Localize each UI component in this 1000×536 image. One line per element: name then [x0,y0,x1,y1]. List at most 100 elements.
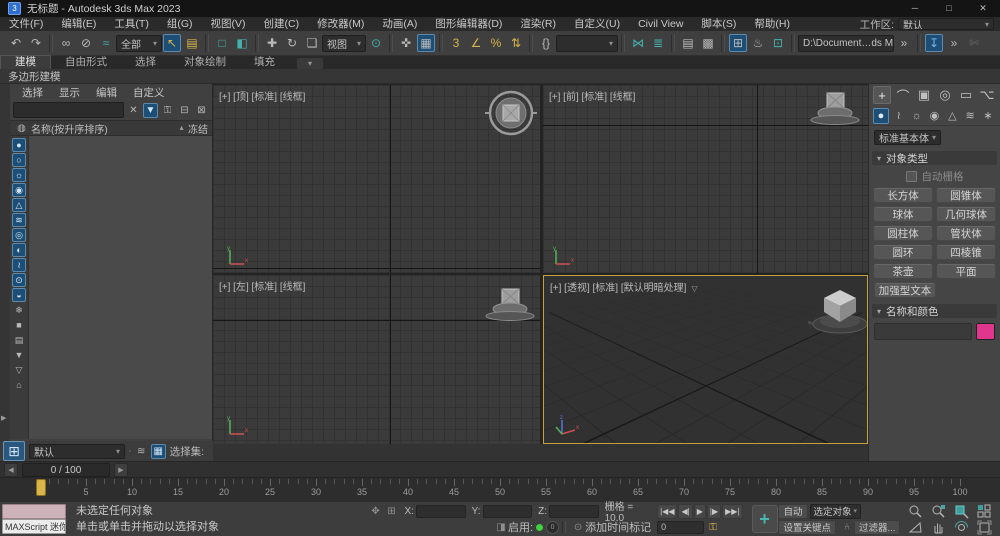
primitive-button-4[interactable]: 圆柱体 [873,225,933,241]
category-cameras-icon[interactable]: ◉ [926,108,942,124]
primitive-button-8[interactable]: 茶壶 [873,263,933,279]
bind-to-space-warp-icon[interactable]: ≈ [97,34,115,52]
category-space-warps-icon[interactable]: ≋ [962,108,978,124]
filter-geometry-icon[interactable]: ● [12,138,26,152]
add-time-tag[interactable]: 添加时间标记 [585,519,651,535]
ribbon-panel-label[interactable]: 多边形建模 [8,69,61,84]
explorer-menu-0[interactable]: 选择 [14,85,51,100]
rendered-frame-window-icon[interactable]: ⊡ [769,34,787,52]
spinner-snap-toggle-icon[interactable]: ⇅ [507,34,525,52]
current-frame-field[interactable]: 0 [657,521,704,534]
clear-search-icon[interactable]: ✕ [126,103,141,118]
category-systems-icon[interactable]: ∗ [980,108,996,124]
filter-bones-icon[interactable]: ≀ [12,258,26,272]
align-icon[interactable]: ≣ [649,34,667,52]
teapot-top-view[interactable] [483,87,539,139]
explorer-search-input[interactable] [13,102,124,118]
primitive-button-9[interactable]: 平面 [936,263,996,279]
lock-icon[interactable]: ⚿ [160,103,175,118]
previous-frame-button[interactable]: ◀| [678,504,692,519]
filter-helpers-icon[interactable]: △ [12,198,26,212]
filter-funnel-outline-icon[interactable]: ▽ [12,363,26,377]
filter-frozen-icon[interactable]: ❄ [12,303,26,317]
panel-tab-display-icon[interactable]: ▭ [957,86,975,104]
per-view-filter-icon[interactable]: ▽ [691,284,697,293]
object-color-swatch[interactable] [976,323,995,340]
viewport-front[interactable]: [+] [前] [标准] [线框] yx [543,85,868,273]
category-helpers-icon[interactable]: △ [944,108,960,124]
workspace-selector[interactable]: 工作区: 默认 ▾ [860,17,994,32]
selected-objects-dropdown[interactable]: 选定对象 ▾ [810,504,862,519]
time-slider-value[interactable]: 0 / 100 [22,463,110,477]
teapot-shaded[interactable] [807,284,868,338]
next-frame-arrow[interactable]: ▶ [114,463,128,477]
x-coordinate-field[interactable] [416,505,466,518]
category-shapes-icon[interactable]: ≀ [891,108,907,124]
close-button[interactable]: ✕ [966,0,1000,17]
angle-snap-toggle-icon[interactable]: ∠ [467,34,485,52]
auto-grid-checkbox[interactable] [906,171,917,182]
field-of-view-icon[interactable] [905,520,927,535]
primitive-button-5[interactable]: 管状体 [936,225,996,241]
filter-space-warps-icon[interactable]: ≋ [12,213,26,227]
mirror-icon[interactable]: ⋈ [629,34,647,52]
set-keys-button[interactable]: 设置关键点 [778,520,836,535]
select-and-rotate-icon[interactable]: ↻ [283,34,301,52]
selection-lock-toggle[interactable]: ✥ [369,505,383,518]
time-slider-handle[interactable] [36,479,46,496]
primitive-button-1[interactable]: 圆锥体 [936,187,996,203]
explorer-menu-1[interactable]: 显示 [51,85,88,100]
primitive-button-6[interactable]: 圆环 [873,244,933,260]
filter-containers-icon[interactable]: ⊙ [12,273,26,287]
z-coordinate-field[interactable] [549,505,599,518]
rectangular-selection-region-icon[interactable]: □ [213,34,231,52]
ribbon-tab-对象绘制[interactable]: 对象绘制 [170,56,240,69]
primitive-type-dropdown[interactable]: 标准基本体 ▾ [874,130,941,145]
expand-tree-icon[interactable]: ⊟ [177,103,192,118]
percent-snap-toggle-icon[interactable]: % [487,34,505,52]
filter-materials-icon[interactable]: ◒ [12,288,26,302]
expand-panel-arrow[interactable]: ▶ [1,414,6,422]
explorer-menu-2[interactable]: 编辑 [88,85,125,100]
material-editor-icon[interactable]: ⊞ [729,34,747,52]
render-setup-icon[interactable]: ♨ [749,34,767,52]
menu-item-8[interactable]: 图形编辑器(D) [426,17,511,31]
named-selection-sets-dropdown[interactable]: ▾ [556,35,618,52]
filter-lights-icon[interactable]: ☼ [12,168,26,182]
zoom-extents-icon[interactable] [951,504,973,519]
key-filter-icon[interactable]: ⑃ [840,521,854,534]
ribbon-tab-自由形式[interactable]: 自由形式 [51,56,121,69]
menu-item-3[interactable]: 组(G) [158,17,202,31]
layout-preset-dropdown[interactable]: 默认 ▾ [29,444,125,459]
orbit-icon[interactable] [951,520,973,535]
select-object-icon[interactable]: ↖ [163,34,181,52]
select-and-manipulate-icon[interactable]: ✜ [397,34,415,52]
window-crossing-toggle-icon[interactable]: ◧ [233,34,251,52]
filter-sort-mode-icon[interactable]: ▤ [12,333,26,347]
curve-editor-icon[interactable]: ▤ [679,34,697,52]
auto-key-button[interactable]: 自动 [778,504,807,519]
filter-home-icon[interactable]: ⌂ [12,378,26,392]
zoom-extents-all-icon[interactable] [974,504,996,519]
menu-item-13[interactable]: 帮助(H) [745,17,799,31]
toolbar-overflow-icon[interactable]: » [895,34,913,52]
snaps-toggle-3d-icon[interactable]: 3 [447,34,465,52]
menu-item-2[interactable]: 工具(T) [105,17,157,31]
select-and-move-icon[interactable]: ✚ [263,34,281,52]
primitive-button-3[interactable]: 几何球体 [936,206,996,222]
ribbon-tab-建模[interactable]: 建模 [0,55,51,69]
reference-coordinate-system[interactable]: 视图 ▾ [322,35,366,52]
filter-groups-icon[interactable]: ◎ [12,228,26,242]
category-geometry-icon[interactable]: ● [873,108,889,124]
primitive-button-0[interactable]: 长方体 [873,187,933,203]
edit-named-selection-sets-icon[interactable]: {} [537,34,555,52]
teapot-left-view[interactable] [484,287,538,323]
adaptive-degradation-icon[interactable]: ◨ [494,521,508,534]
toolbar-overflow-2-icon[interactable]: » [945,34,963,52]
viewport-left[interactable]: [+] [左] [标准] [线框] yx [213,275,540,444]
select-by-name-icon[interactable]: ▤ [183,34,201,52]
schematic-view-icon[interactable]: ▩ [699,34,717,52]
menu-item-1[interactable]: 编辑(E) [52,17,105,31]
set-key-button[interactable]: + [752,505,778,533]
isolate-selection-icon[interactable]: ≋ [134,444,149,459]
